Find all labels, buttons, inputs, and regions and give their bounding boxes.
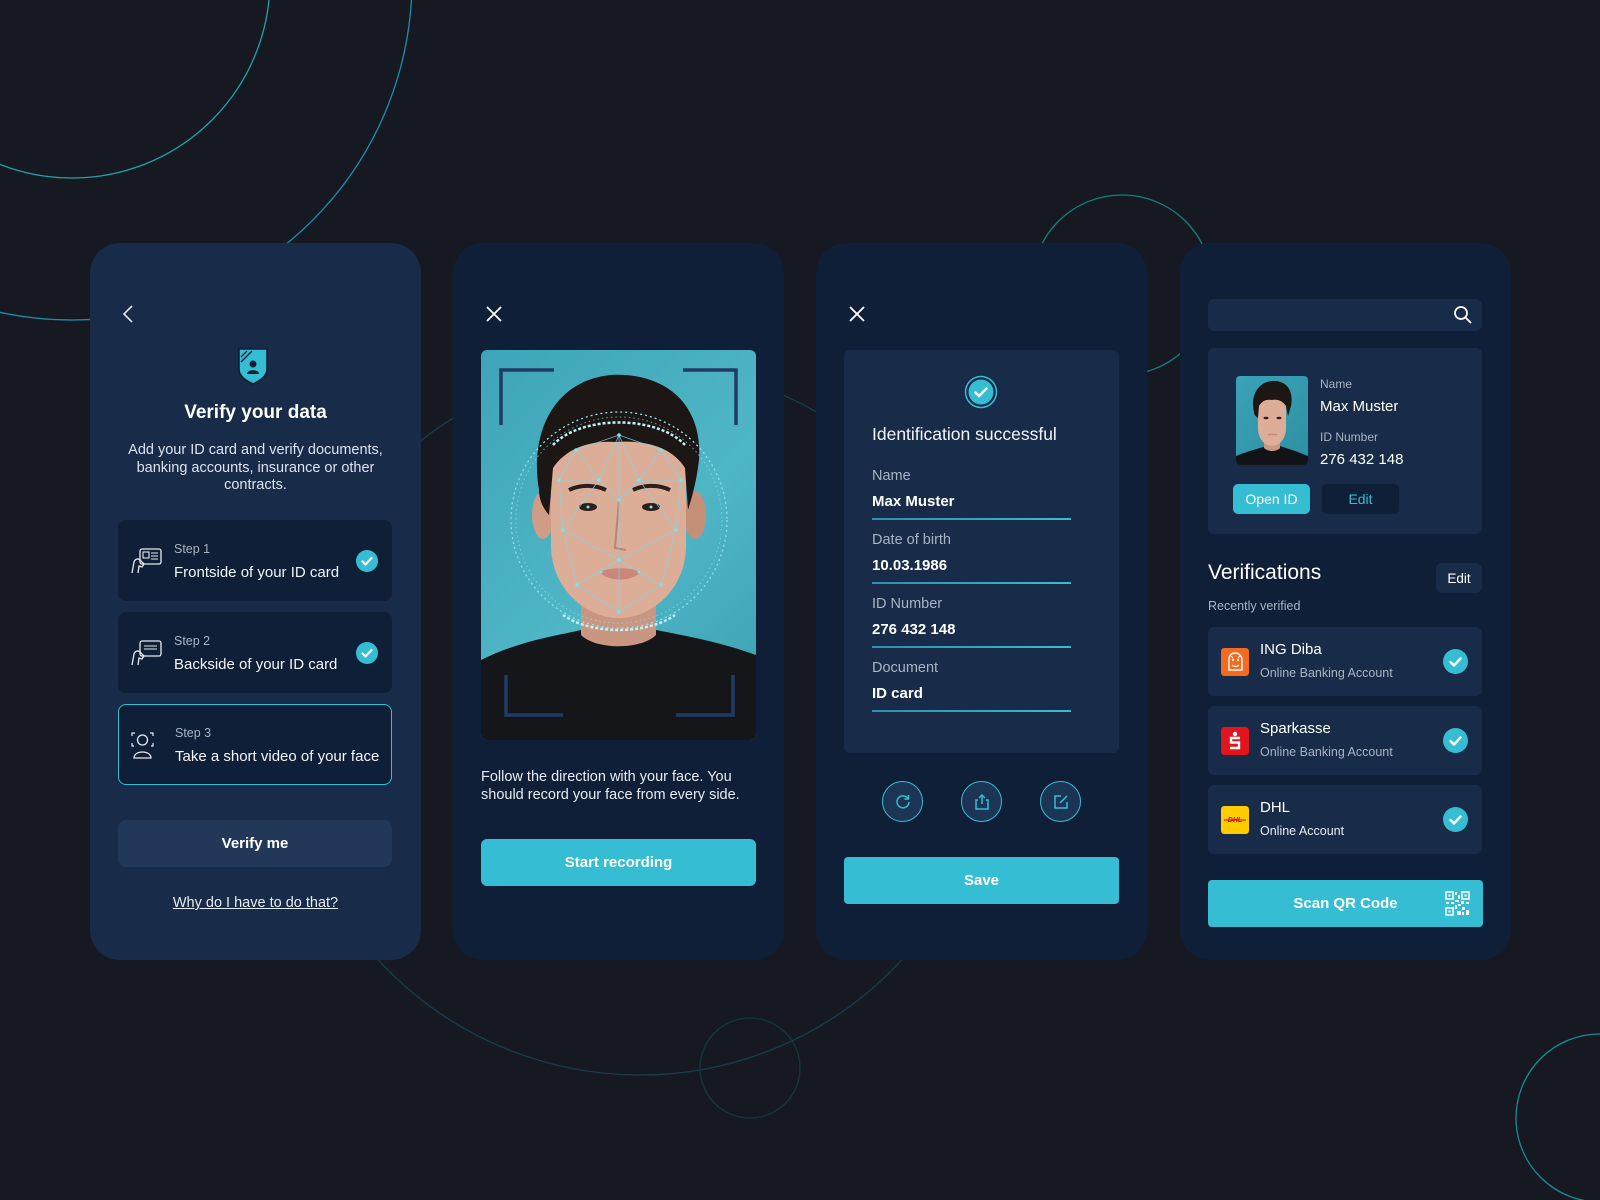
check-circle-icon	[1443, 807, 1468, 832]
qr-code-icon	[1445, 891, 1470, 916]
bg-circle	[699, 1017, 801, 1119]
scan-qr-button[interactable]: Scan QR Code	[1208, 880, 1483, 927]
scan-qr-label: Scan QR Code	[1293, 895, 1398, 912]
page-description: Add your ID card and verify documents, b…	[128, 442, 383, 493]
verifications-edit-button[interactable]: Edit	[1436, 563, 1482, 593]
edit-button[interactable]	[1040, 781, 1081, 822]
verifications-heading: Verifications	[1208, 561, 1322, 584]
name-label: Name	[1320, 377, 1353, 391]
field-underline	[872, 646, 1071, 648]
verification-item-dhl[interactable]: DHL DHL Online Account	[1208, 785, 1482, 854]
id-number-value: 276 432 148	[1320, 451, 1404, 468]
check-circle-icon	[1443, 649, 1468, 674]
back-button[interactable]	[118, 303, 140, 325]
field-label: ID Number	[872, 596, 943, 612]
field-date-of-birth: Date of birth 10.03.1986	[872, 532, 1071, 584]
id-wallet-screen: Name Max Muster ID Number 276 432 148 Op…	[1180, 243, 1511, 960]
hand-id-card-back-icon	[131, 640, 162, 666]
ing-lion-logo	[1221, 648, 1249, 676]
shield-user-icon	[237, 347, 269, 385]
verification-type: Online Account	[1260, 824, 1345, 838]
page-title: Verify your data	[184, 402, 327, 423]
field-name: Name Max Muster	[872, 468, 1071, 520]
start-recording-button[interactable]: Start recording	[481, 839, 756, 886]
field-label: Date of birth	[872, 532, 951, 548]
field-label: Document	[872, 660, 939, 676]
face-portrait	[481, 368, 756, 740]
step-text: Frontside of your ID card	[174, 564, 340, 581]
verification-name: ING Diba	[1260, 641, 1322, 658]
recording-instruction: Follow the direction with your face. You…	[481, 769, 740, 803]
dhl-logo: DHL	[1221, 806, 1249, 834]
refresh-icon	[895, 794, 910, 809]
verification-name: Sparkasse	[1260, 720, 1331, 737]
bg-circle	[0, 0, 270, 179]
chevron-left-icon	[122, 305, 133, 323]
refresh-button[interactable]	[882, 781, 923, 822]
step-item-2[interactable]: Step 2 Backside of your ID card	[118, 612, 392, 693]
verify-data-screen: Verify your data Add your ID card and ve…	[90, 243, 421, 960]
id-number-label: ID Number	[1320, 430, 1379, 444]
step-text: Take a short video of your face	[175, 748, 380, 765]
step-label: Step 2	[174, 634, 211, 648]
id-photo	[1236, 376, 1308, 465]
verification-type: Online Banking Account	[1260, 666, 1393, 680]
search-input[interactable]	[1208, 299, 1482, 331]
close-button[interactable]	[483, 303, 505, 325]
edit-id-button[interactable]: Edit	[1322, 484, 1399, 514]
field-id-number: ID Number 276 432 148	[872, 596, 1071, 648]
close-icon	[849, 306, 865, 322]
identification-result-screen: Identification successful Name Max Muste…	[816, 243, 1147, 960]
hand-id-card-front-icon	[131, 548, 162, 574]
field-underline	[872, 518, 1071, 520]
recently-verified-label: Recently verified	[1208, 599, 1301, 613]
verify-me-button[interactable]: Verify me	[118, 820, 392, 867]
close-button[interactable]	[846, 303, 868, 325]
face-scan-icon	[131, 732, 154, 759]
bg-circle	[1515, 1033, 1600, 1200]
share-icon	[974, 793, 989, 810]
step-label: Step 1	[174, 542, 211, 556]
verification-type: Online Banking Account	[1260, 745, 1393, 759]
save-button[interactable]: Save	[844, 857, 1119, 904]
svg-text:DHL: DHL	[1228, 817, 1242, 824]
step-text: Backside of your ID card	[174, 656, 338, 673]
face-scan-viewfinder	[481, 350, 756, 740]
id-card-summary: Name Max Muster ID Number 276 432 148 Op…	[1208, 348, 1482, 534]
verification-item-sparkasse[interactable]: Sparkasse Online Banking Account	[1208, 706, 1482, 775]
sparkasse-logo	[1221, 727, 1249, 755]
check-circle-icon	[356, 550, 378, 572]
identification-card: Identification successful Name Max Muste…	[844, 350, 1119, 753]
close-icon	[486, 306, 502, 322]
field-underline	[872, 582, 1071, 584]
field-value: Max Muster	[872, 493, 955, 510]
search-icon[interactable]	[1452, 304, 1474, 326]
result-title: Identification successful	[872, 424, 1057, 444]
field-value: 10.03.1986	[872, 557, 948, 574]
why-link[interactable]: Why do I have to do that?	[90, 895, 421, 911]
verification-name: DHL	[1260, 799, 1291, 816]
step-item-3[interactable]: Step 3 Take a short video of your face	[118, 704, 392, 785]
step-item-1[interactable]: Step 1 Frontside of your ID card	[118, 520, 392, 601]
open-id-button[interactable]: Open ID	[1233, 484, 1310, 514]
name-value: Max Muster	[1320, 398, 1399, 415]
check-circle-icon	[1443, 728, 1468, 753]
face-recording-screen: Follow the direction with your face. You…	[453, 243, 784, 960]
field-document: Document ID card	[872, 660, 1071, 712]
field-value: 276 432 148	[872, 621, 956, 638]
edit-icon	[1053, 794, 1068, 809]
field-value: ID card	[872, 685, 923, 702]
step-label: Step 3	[175, 726, 212, 740]
check-circle-icon	[356, 642, 378, 664]
success-check-icon	[964, 375, 998, 409]
field-label: Name	[872, 468, 911, 484]
field-underline	[872, 710, 1071, 712]
share-button[interactable]	[961, 781, 1002, 822]
verification-item-ing[interactable]: ING Diba Online Banking Account	[1208, 627, 1482, 696]
